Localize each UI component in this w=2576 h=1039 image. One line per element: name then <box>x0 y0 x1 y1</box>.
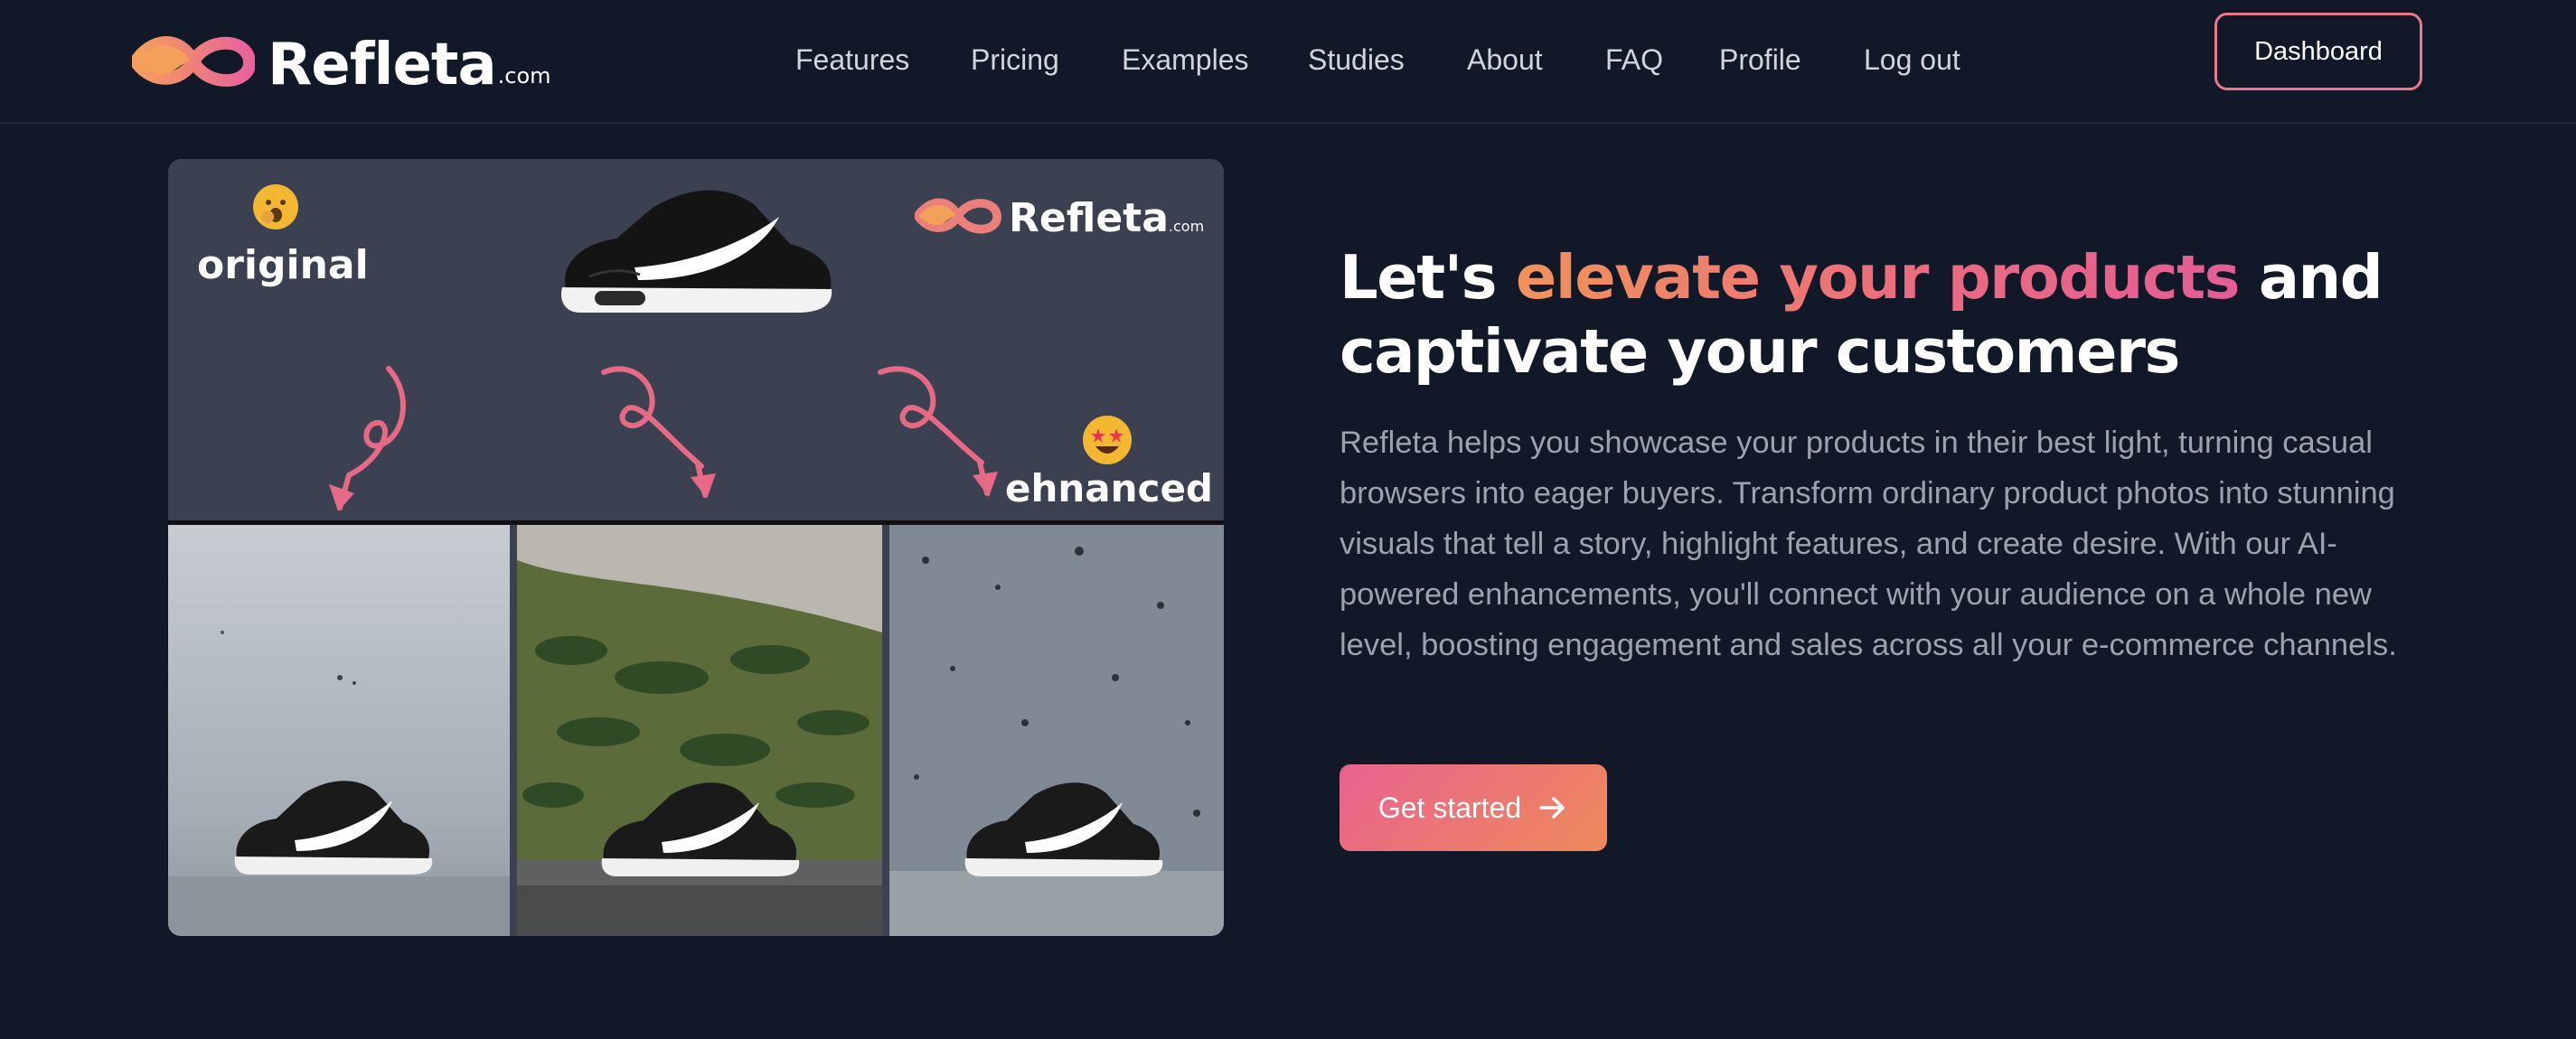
nav-item-studies[interactable]: Studies <box>1308 40 1405 80</box>
enhanced-photo-hillside <box>517 524 882 936</box>
nav-item-pricing[interactable]: Pricing <box>971 40 1059 80</box>
watermark-brand-name: Refleta <box>1009 195 1169 241</box>
main-nav: Features Pricing Examples Studies About … <box>0 40 2576 80</box>
curly-arrows-icon <box>329 366 998 511</box>
photo-divider <box>168 520 1224 525</box>
watermark-brand-tld: .com <box>1168 218 1205 235</box>
get-started-label: Get started <box>1377 791 1522 824</box>
nav-item-faq[interactable]: FAQ <box>1605 40 1663 80</box>
enhanced-label: ehnanced <box>1005 466 1213 510</box>
hero-headline: Let's elevate your products and captivat… <box>1340 240 2424 388</box>
nav-item-examples[interactable]: Examples <box>1122 40 1249 80</box>
sneaker-original-image <box>553 181 842 321</box>
dashboard-button[interactable]: Dashboard <box>2214 13 2422 90</box>
hero-description: Refleta helps you showcase your products… <box>1340 426 2397 662</box>
arrow-right-icon <box>1539 797 1565 819</box>
original-label: original <box>197 242 369 288</box>
headline-highlight: elevate your products <box>1515 242 2241 313</box>
infinity-logo-icon <box>915 198 1001 234</box>
get-started-button[interactable]: Get started <box>1340 764 1607 851</box>
hero-showcase-image: original Refleta .com ehnanced <box>168 159 1224 936</box>
nav-item-features[interactable]: Features <box>795 40 909 80</box>
nav-item-profile[interactable]: Profile <box>1719 40 1801 80</box>
yawning-emoji-icon <box>253 184 298 229</box>
headline-pre: Let's <box>1340 242 1516 313</box>
nav-item-about[interactable]: About <box>1467 40 1543 80</box>
star-struck-emoji-icon <box>1083 416 1132 464</box>
watermark-logo: Refleta .com <box>915 193 1204 239</box>
site-header: Refleta .com Features Pricing Examples S… <box>0 0 2576 124</box>
enhanced-photo-dark-concrete <box>889 524 1224 936</box>
nav-item-log-out[interactable]: Log out <box>1864 40 1960 80</box>
enhanced-photo-concrete-wall <box>168 524 510 936</box>
